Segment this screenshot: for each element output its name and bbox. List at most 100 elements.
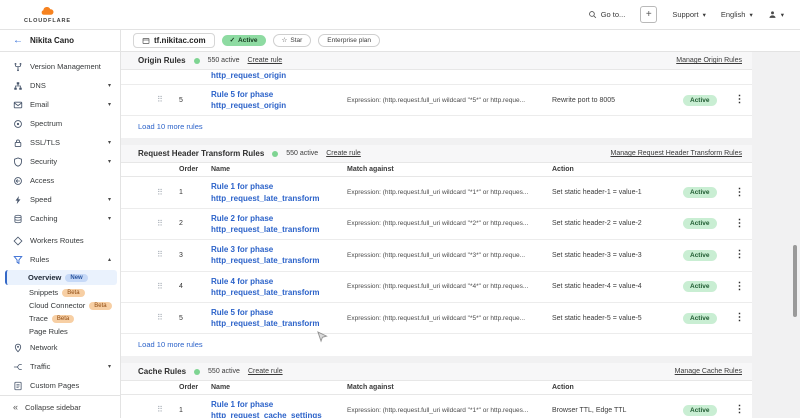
rule-name-line2[interactable]: http_request_origin (211, 70, 347, 81)
dns-icon (13, 81, 23, 91)
create-rule-link[interactable]: Create rule (247, 57, 282, 64)
sidebar-item-ssl-tls[interactable]: SSL/TLS▾ (0, 133, 120, 152)
kebab-menu-icon[interactable]: ⋮ (735, 95, 745, 105)
rule-match: Expression: (http.request.full_uri wildc… (347, 252, 552, 259)
drag-handle-icon[interactable]: ⠿ (157, 96, 171, 104)
sidebar-item-custom-pages[interactable]: Custom Pages (0, 376, 120, 395)
kebab-menu-icon[interactable]: ⋮ (735, 405, 745, 415)
col-action: Action (552, 384, 683, 391)
rule-match: Expression: (http.request.full_uri wildc… (347, 189, 552, 196)
request-header-transform-rules-section: Request Header Transform Rules 550 activ… (121, 145, 752, 356)
section-title: Request Header Transform Rules (138, 149, 264, 158)
load-more-link[interactable]: Load 10 more rules (121, 116, 752, 138)
drag-handle-icon[interactable]: ⠿ (157, 406, 171, 414)
zone-domain: tf.nikitac.com (154, 36, 206, 45)
sidebar-item-overview[interactable]: OverviewNew (5, 270, 117, 285)
rule-order: 2 (171, 220, 211, 227)
status-badge: Active (683, 218, 717, 229)
rule-name-link[interactable]: Rule 3 for phasehttp_request_late_transf… (211, 244, 347, 266)
rule-match: Expression: (http.request.full_uri wildc… (347, 97, 552, 104)
sidebar: Version Management DNS▾ Email▾ Spectrum … (0, 52, 121, 418)
funnel-icon (13, 255, 23, 265)
back-arrow-icon[interactable]: ← (13, 36, 23, 46)
chevron-down-icon: ▾ (108, 215, 111, 222)
drag-handle-icon[interactable]: ⠿ (157, 189, 171, 197)
sidebar-item-workers-routes[interactable]: Workers Routes (0, 231, 120, 250)
mouse-cursor (317, 331, 328, 343)
kebab-menu-icon[interactable]: ⋮ (735, 313, 745, 323)
table-row: ⠿ 2 Rule 2 for phasehttp_request_late_tr… (121, 209, 752, 240)
sidebar-item-spectrum[interactable]: Spectrum (0, 114, 120, 133)
sidebar-item-version-management[interactable]: Version Management (0, 57, 120, 76)
rule-name-link[interactable]: Rule 1 for phasehttp_request_late_transf… (211, 181, 347, 203)
support-label: Support (672, 10, 698, 19)
manage-origin-rules-link[interactable]: Manage Origin Rules (676, 57, 742, 64)
rule-match: Expression: (http.request.full_uri wildc… (347, 407, 552, 414)
kebab-menu-icon[interactable]: ⋮ (735, 282, 745, 292)
rule-order: 3 (171, 252, 211, 259)
rule-name-link[interactable]: Rule 2 for phasehttp_request_late_transf… (211, 213, 347, 235)
drag-handle-icon[interactable]: ⠿ (157, 251, 171, 259)
lock-icon (13, 138, 23, 148)
col-order: Order (171, 384, 211, 391)
account-name: Nikita Cano (30, 36, 74, 45)
sidebar-item-traffic[interactable]: Traffic▾ (0, 357, 120, 376)
create-rule-link[interactable]: Create rule (326, 150, 361, 157)
add-site-button[interactable]: + (640, 6, 657, 23)
sidebar-item-access[interactable]: Access (0, 171, 120, 190)
load-more-link[interactable]: Load 10 more rules (121, 334, 752, 356)
drag-handle-icon[interactable]: ⠿ (157, 220, 171, 228)
rule-name-link[interactable]: Rule 1 for phasehttp_request_cache_setti… (211, 399, 347, 418)
section-header: Origin Rules 550 active Create rule Mana… (121, 52, 752, 70)
manage-cache-rules-link[interactable]: Manage Cache Rules (675, 368, 742, 375)
scrollbar-thumb[interactable] (793, 245, 797, 317)
active-count: 550 active (286, 150, 318, 157)
sidebar-item-caching[interactable]: Caching▾ (0, 209, 120, 228)
sidebar-item-dns[interactable]: DNS▾ (0, 76, 120, 95)
status-badge: Active (683, 281, 717, 292)
language-menu[interactable]: English ▾ (721, 10, 753, 19)
chevron-down-icon: ▾ (108, 196, 111, 203)
sidebar-item-speed[interactable]: Speed▾ (0, 190, 120, 209)
rule-name-link[interactable]: Rule 5 for phasehttp_request_late_transf… (211, 307, 347, 329)
chevron-up-icon: ▴ (108, 256, 111, 263)
mail-icon (13, 100, 23, 110)
sidebar-item-rules[interactable]: Rules▴ (0, 250, 120, 269)
manage-request-header-transform-rules-link[interactable]: Manage Request Header Transform Rules (610, 150, 742, 157)
sidebar-item-page-rules[interactable]: Page Rules (0, 325, 120, 338)
zone-selector[interactable]: tf.nikitac.com (133, 33, 215, 48)
zone-status-badge: ✓ Active (222, 35, 266, 47)
kebab-menu-icon[interactable]: ⋮ (735, 250, 745, 260)
language-label: English (721, 10, 746, 19)
beta-badge: Beta (89, 302, 111, 310)
sidebar-item-security[interactable]: Security▾ (0, 152, 120, 171)
cloudflare-dashboard: CLOUDFLARE Go to... + Support ▾ English … (0, 0, 800, 418)
rule-action: Set static header-5 = value-5 (552, 315, 683, 322)
kebab-menu-icon[interactable]: ⋮ (735, 188, 745, 198)
goto-label: Go to... (601, 10, 626, 19)
rule-action: Set static header-2 = value-2 (552, 220, 683, 227)
rule-name-link[interactable]: Rule 4 for phasehttp_request_late_transf… (211, 276, 347, 298)
drag-handle-icon[interactable]: ⠿ (157, 314, 171, 322)
sidebar-item-snippets[interactable]: SnippetsBeta (0, 286, 120, 299)
goto-search[interactable]: Go to... (588, 10, 626, 19)
beta-badge: Beta (62, 289, 84, 297)
account-menu[interactable]: ▾ (768, 10, 784, 19)
support-menu[interactable]: Support ▾ (672, 10, 706, 19)
drag-handle-icon[interactable]: ⠿ (157, 283, 171, 291)
create-rule-link[interactable]: Create rule (248, 368, 283, 375)
sidebar-item-cloud-connector[interactable]: Cloud ConnectorBeta (0, 299, 120, 312)
collapse-sidebar-button[interactable]: «Collapse sidebar (0, 395, 120, 418)
star-button[interactable]: ☆ Star (273, 34, 312, 48)
search-icon (588, 10, 597, 19)
table-row-partial: http_request_origin (121, 70, 752, 85)
rule-name-link[interactable]: Rule 5 for phasehttp_request_origin (211, 89, 347, 111)
sidebar-item-email[interactable]: Email▾ (0, 95, 120, 114)
sidebar-item-trace[interactable]: TraceBeta (0, 312, 120, 325)
sidebar-item-network[interactable]: Network (0, 338, 120, 357)
cloudflare-logo[interactable]: CLOUDFLARE (24, 5, 71, 25)
chevron-down-icon: ▾ (108, 139, 111, 146)
cache-rules-section: Cache Rules 550 active Create rule Manag… (121, 363, 752, 418)
cloud-icon (32, 5, 62, 18)
kebab-menu-icon[interactable]: ⋮ (735, 219, 745, 229)
